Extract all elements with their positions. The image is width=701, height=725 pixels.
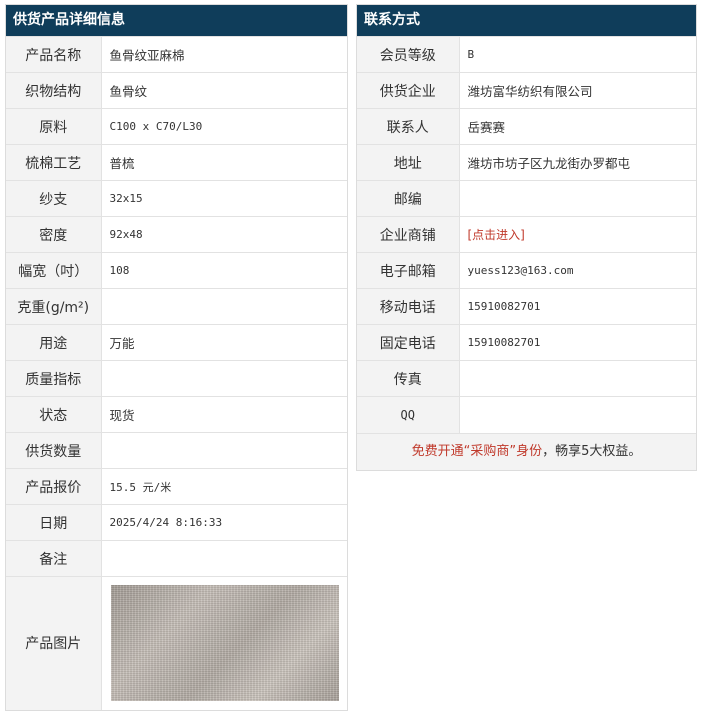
density-label: 密度 xyxy=(6,216,102,253)
email-label: 电子邮箱 xyxy=(357,252,460,289)
table-row: 移动电话 15910082701 xyxy=(357,288,696,325)
date-value: 2025/4/24 8:16:33 xyxy=(101,504,347,541)
table-row: 地址 潍坊市坊子区九龙街办罗都屯 xyxy=(357,144,696,181)
shop-label: 企业商铺 xyxy=(357,216,460,253)
carding-process-label: 梳棉工艺 xyxy=(6,144,102,181)
table-row: 织物结构 鱼骨纹 xyxy=(6,72,347,109)
landline-label: 固定电话 xyxy=(357,324,460,361)
email-value: yuess123@163.com xyxy=(459,252,696,289)
yarn-count-value: 32x15 xyxy=(101,180,347,217)
table-row: 供货数量 xyxy=(6,432,347,469)
date-label: 日期 xyxy=(6,504,102,541)
fax-label: 传真 xyxy=(357,360,460,397)
usage-value: 万能 xyxy=(101,324,347,361)
table-row: QQ xyxy=(357,396,696,433)
table-row: 密度 92x48 xyxy=(6,216,347,253)
table-row: 状态 现货 xyxy=(6,396,347,433)
postcode-value xyxy=(459,180,696,217)
table-row: 企业商铺 [点击进入] xyxy=(357,216,696,253)
contact-panel: 联系方式 会员等级 B 供货企业 潍坊富华纺织有限公司 联系人 岳赛赛 地址 潍… xyxy=(356,4,697,471)
width-label: 幅宽（吋） xyxy=(6,252,102,289)
supply-quantity-label: 供货数量 xyxy=(6,432,102,469)
remarks-value xyxy=(101,540,347,577)
price-value: 15.5 元/米 xyxy=(101,468,347,505)
usage-label: 用途 xyxy=(6,324,102,361)
product-image[interactable] xyxy=(110,585,339,702)
contact-table: 会员等级 B 供货企业 潍坊富华纺织有限公司 联系人 岳赛赛 地址 潍坊市坊子区… xyxy=(357,36,696,433)
fabric-structure-label: 织物结构 xyxy=(6,72,102,109)
status-value: 现货 xyxy=(101,396,347,433)
fabric-structure-value: 鱼骨纹 xyxy=(101,72,347,109)
member-level-label: 会员等级 xyxy=(357,36,460,73)
member-level-value: B xyxy=(459,36,696,73)
material-label: 原料 xyxy=(6,108,102,145)
mobile-value: 15910082701 xyxy=(459,288,696,325)
table-row: 邮编 xyxy=(357,180,696,217)
qq-value xyxy=(459,396,696,433)
remarks-label: 备注 xyxy=(6,540,102,577)
status-label: 状态 xyxy=(6,396,102,433)
table-row: 幅宽（吋） 108 xyxy=(6,252,347,289)
density-value: 92x48 xyxy=(101,216,347,253)
table-row: 梳棉工艺 普梳 xyxy=(6,144,347,181)
buyer-promo-banner[interactable]: 免费开通“采购商”身份，畅享5大权益。 xyxy=(357,432,696,470)
table-row: 日期 2025/4/24 8:16:33 xyxy=(6,504,347,541)
supplier-label: 供货企业 xyxy=(357,72,460,109)
shop-cell: [点击进入] xyxy=(459,216,696,253)
fax-value xyxy=(459,360,696,397)
address-value: 潍坊市坊子区九龙街办罗都屯 xyxy=(459,144,696,181)
product-image-cell xyxy=(101,576,347,710)
table-row: 联系人 岳赛赛 xyxy=(357,108,696,145)
contact-person-value: 岳赛赛 xyxy=(459,108,696,145)
qq-label: QQ xyxy=(357,396,460,433)
table-row: 产品名称 鱼骨纹亚麻棉 xyxy=(6,36,347,73)
table-row: 用途 万能 xyxy=(6,324,347,361)
supply-details-header: 供货产品详细信息 xyxy=(6,5,347,36)
table-row: 产品报价 15.5 元/米 xyxy=(6,468,347,505)
product-image-label: 产品图片 xyxy=(6,576,102,710)
buyer-promo-text: ，畅享5大权益。 xyxy=(542,443,642,459)
yarn-count-label: 纱支 xyxy=(6,180,102,217)
table-row: 供货企业 潍坊富华纺织有限公司 xyxy=(357,72,696,109)
table-row: 会员等级 B xyxy=(357,36,696,73)
supply-quantity-value xyxy=(101,432,347,469)
table-row: 备注 xyxy=(6,540,347,577)
supplier-value: 潍坊富华纺织有限公司 xyxy=(459,72,696,109)
weight-label: 克重(g/m²) xyxy=(6,288,102,325)
supply-details-table: 产品名称 鱼骨纹亚麻棉 织物结构 鱼骨纹 原料 C100 x C70/L30 梳… xyxy=(6,36,347,710)
material-value: C100 x C70/L30 xyxy=(101,108,347,145)
address-label: 地址 xyxy=(357,144,460,181)
price-label: 产品报价 xyxy=(6,468,102,505)
shop-enter-link[interactable]: [点击进入] xyxy=(468,228,525,242)
product-name-value: 鱼骨纹亚麻棉 xyxy=(101,36,347,73)
weight-value xyxy=(101,288,347,325)
table-row: 固定电话 15910082701 xyxy=(357,324,696,361)
carding-process-value: 普梳 xyxy=(101,144,347,181)
landline-value: 15910082701 xyxy=(459,324,696,361)
buyer-promo-link[interactable]: 免费开通“采购商”身份 xyxy=(412,444,542,459)
product-name-label: 产品名称 xyxy=(6,36,102,73)
width-value: 108 xyxy=(101,252,347,289)
postcode-label: 邮编 xyxy=(357,180,460,217)
contact-header: 联系方式 xyxy=(357,5,696,36)
mobile-label: 移动电话 xyxy=(357,288,460,325)
quality-label: 质量指标 xyxy=(6,360,102,397)
table-row: 质量指标 xyxy=(6,360,347,397)
supply-details-panel: 供货产品详细信息 产品名称 鱼骨纹亚麻棉 织物结构 鱼骨纹 原料 C100 x … xyxy=(5,4,348,711)
table-row: 原料 C100 x C70/L30 xyxy=(6,108,347,145)
table-row: 克重(g/m²) xyxy=(6,288,347,325)
table-row: 电子邮箱 yuess123@163.com xyxy=(357,252,696,289)
quality-value xyxy=(101,360,347,397)
contact-person-label: 联系人 xyxy=(357,108,460,145)
table-row: 纱支 32x15 xyxy=(6,180,347,217)
table-row: 传真 xyxy=(357,360,696,397)
table-row: 产品图片 xyxy=(6,576,347,710)
